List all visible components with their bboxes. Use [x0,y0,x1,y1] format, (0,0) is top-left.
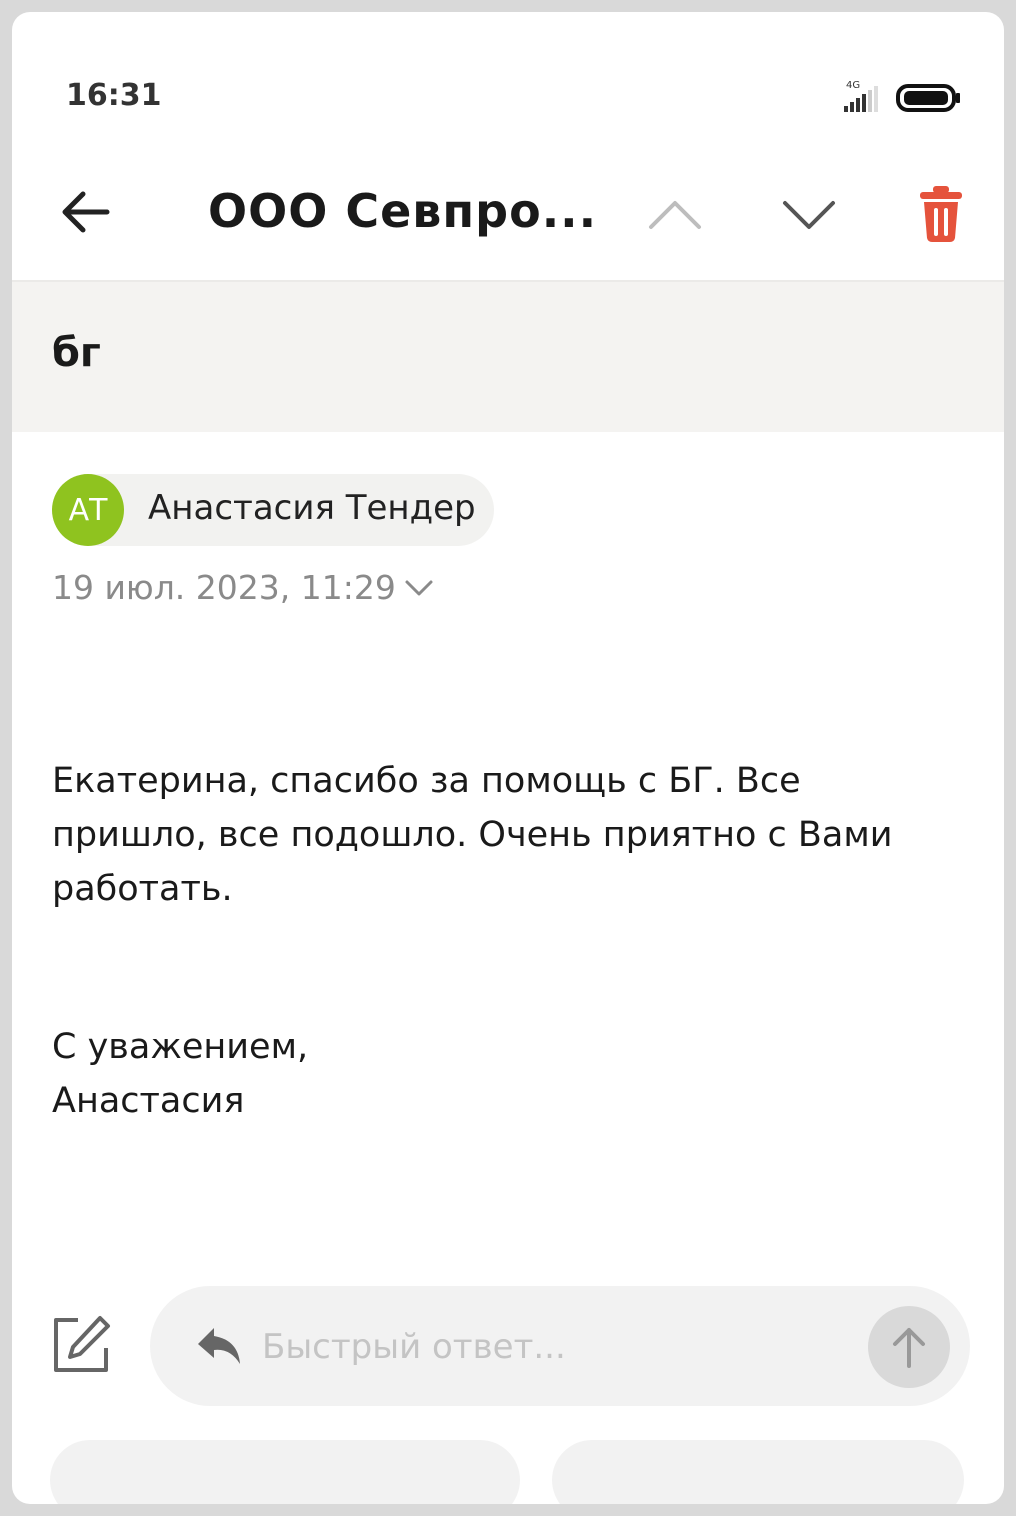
avatar: АТ [52,474,124,546]
email-screen: 16:31 4G ООО Севпро... бг АТ Анастасия Т… [12,12,1004,1504]
message-subject: бг [52,330,101,376]
suggested-reply-chip[interactable] [552,1440,964,1504]
message-date-text: 19 июл. 2023, 11:29 [52,568,396,607]
status-bar: 16:31 4G [12,12,1004,162]
compose-icon [54,1316,110,1372]
thread-title: ООО Севпро... [208,184,598,238]
signal-icon: 4G [844,80,878,112]
back-button[interactable] [56,182,116,242]
next-message-button[interactable] [774,180,844,250]
arrow-left-icon [62,191,110,233]
sender-chip[interactable]: АТ Анастасия Тендер [52,474,494,546]
delete-button[interactable] [910,176,972,252]
chevron-up-icon [649,201,701,229]
toolbar: ООО Севпро... [12,162,1004,280]
message-date[interactable]: 19 июл. 2023, 11:29 [52,568,434,607]
network-label: 4G [846,80,860,91]
quick-reply-input[interactable] [260,1316,844,1378]
chevron-down-icon [783,201,835,229]
sender-name: Анастасия Тендер [148,488,476,528]
reply-icon [198,1328,240,1364]
subject-bar: бг [12,280,1004,432]
status-time: 16:31 [66,78,162,113]
previous-message-button[interactable] [640,180,710,250]
signature-line: С уважением, [52,1027,309,1067]
send-button[interactable] [868,1306,950,1388]
trash-icon [920,186,962,242]
compose-button[interactable] [50,1314,112,1376]
message-signature: С уважением, Анастасия [52,1020,952,1128]
quick-reply-box [150,1286,970,1406]
suggested-reply-chip[interactable] [50,1440,520,1504]
message-body: Екатерина, спасибо за помощь с БГ. Все п… [52,761,893,909]
signature-name: Анастасия [52,1081,245,1121]
arrow-up-icon [893,1328,925,1368]
battery-icon [896,84,960,112]
chevron-down-icon [405,580,433,595]
